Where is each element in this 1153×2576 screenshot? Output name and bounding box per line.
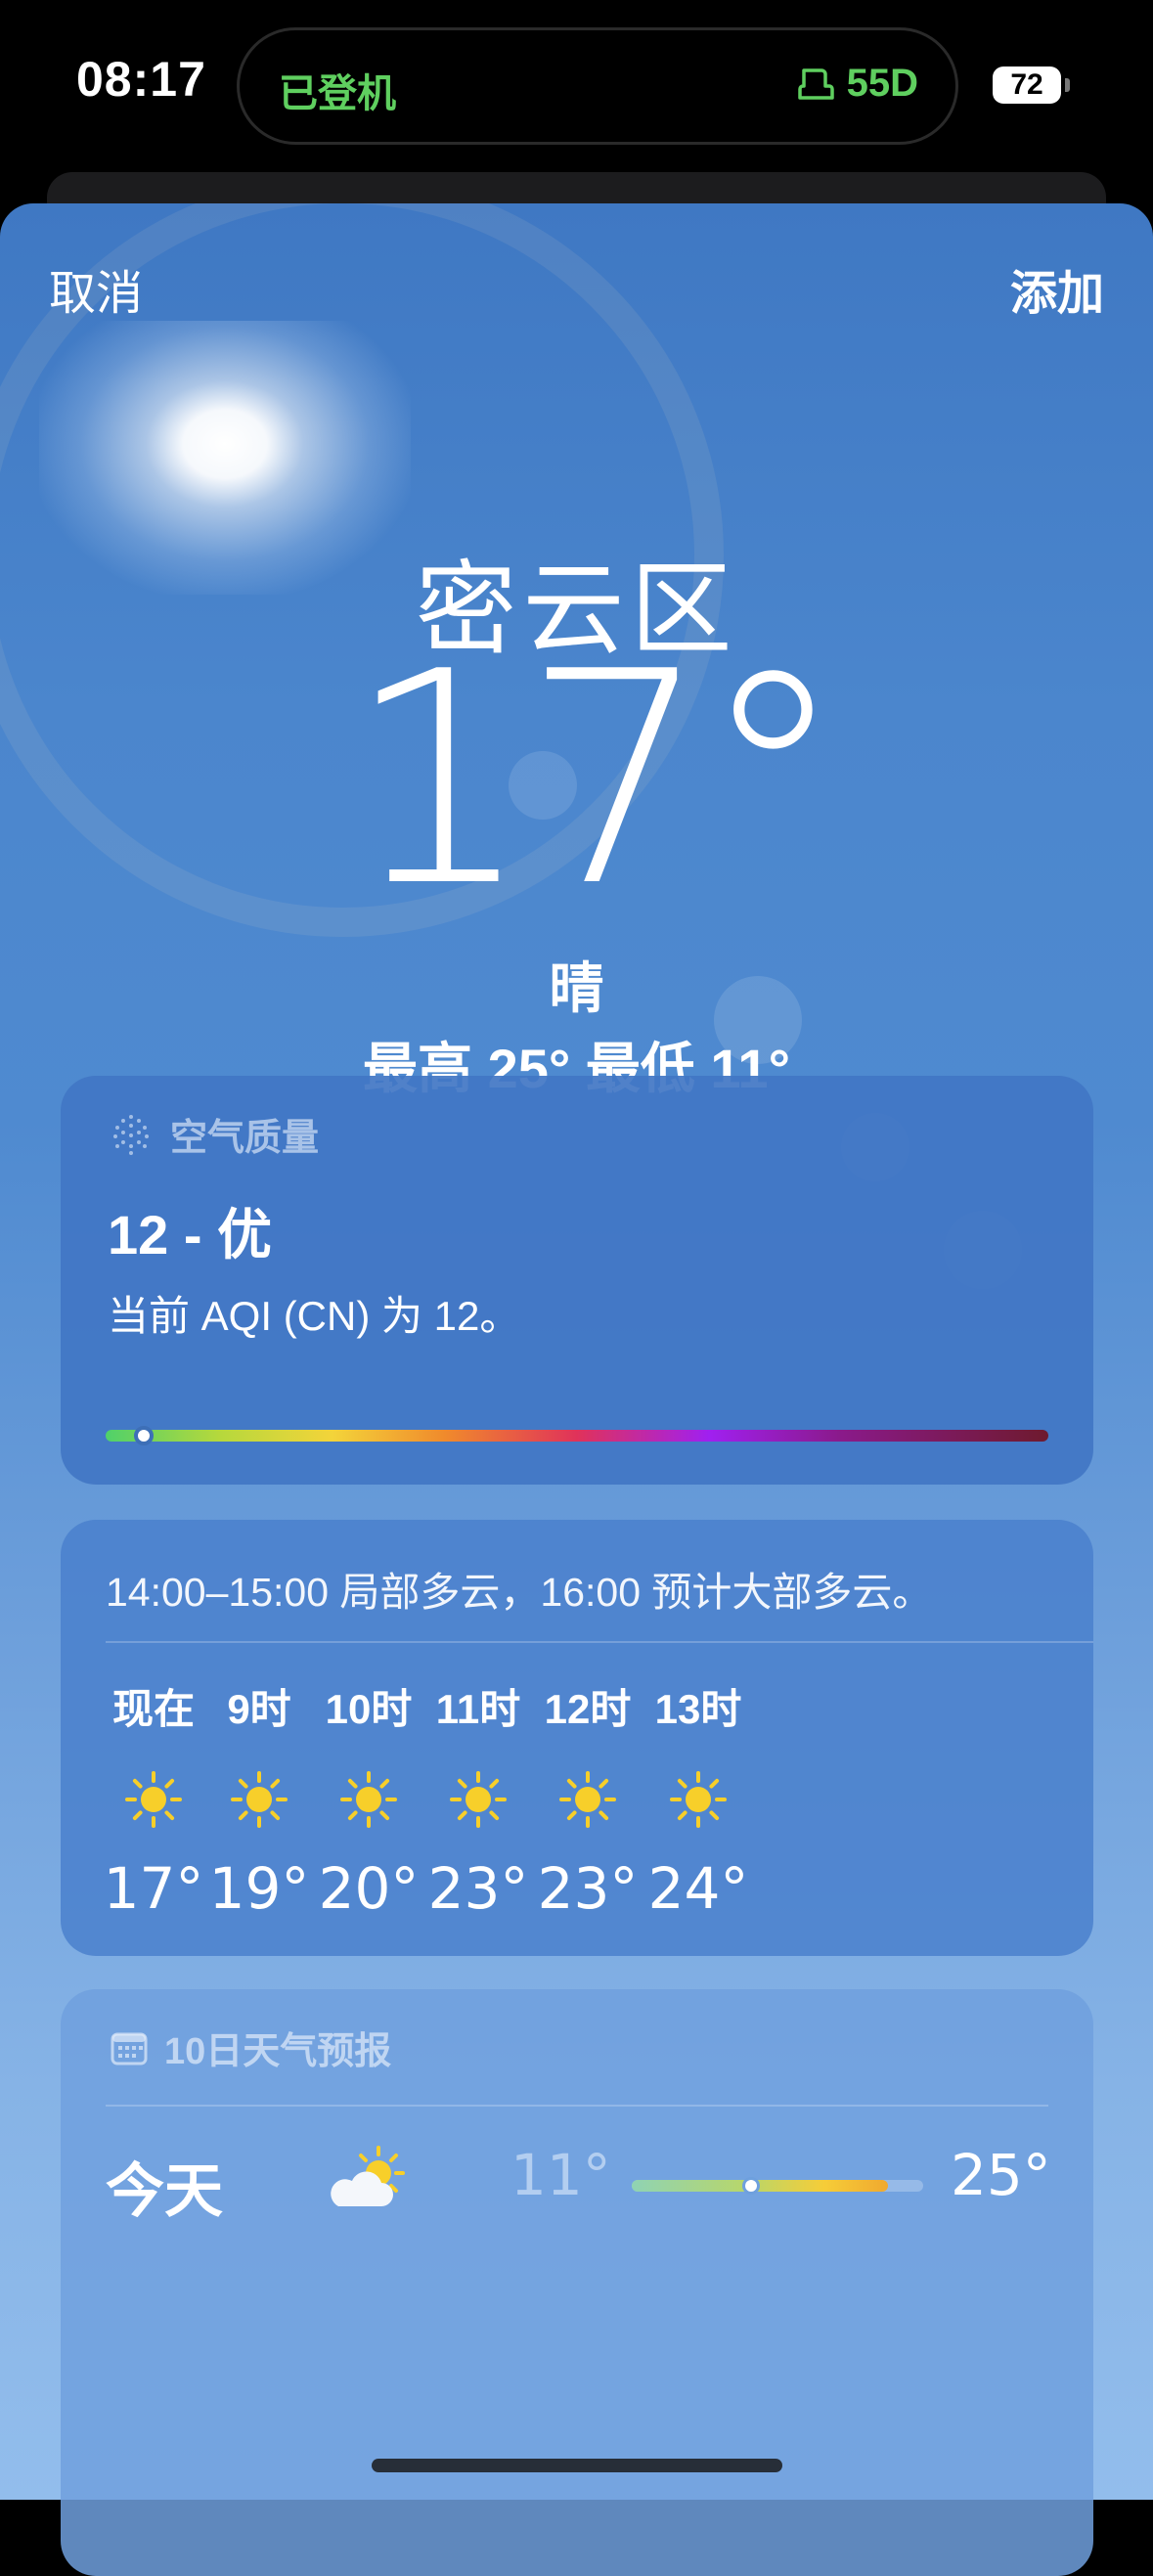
status-bar: 08:17 已登机 55D 72 — [0, 0, 1153, 186]
flight-status: 已登机 — [279, 72, 396, 115]
sun-icon — [231, 1771, 288, 1828]
battery-level: 72 — [1010, 68, 1043, 101]
ten-day-forecast-card[interactable]: 10日天气预报 今天 11° 25° — [61, 1989, 1093, 2576]
calendar-icon — [111, 2032, 148, 2065]
home-indicator[interactable] — [372, 2459, 782, 2472]
hourly-forecast-card[interactable]: 14:00–15:00 局部多云，16:00 预计大部多云。 现在 17° 9时 19… — [61, 1520, 1093, 1956]
current-condition: 晴 — [549, 957, 604, 1019]
sun-icon — [340, 1771, 397, 1828]
dynamic-island-flight[interactable]: 已登机 55D — [237, 27, 958, 145]
aqi-indicator — [133, 1426, 154, 1445]
seat-number: 55D — [846, 62, 918, 105]
temperature-range-bar — [632, 2177, 923, 2195]
cancel-button[interactable]: 取消 — [49, 254, 143, 323]
hour-column: 13时 24° — [625, 1676, 772, 1922]
partly-cloudy-icon — [331, 2146, 405, 2206]
battery-cap — [1065, 78, 1070, 92]
day-high-temp: 25° — [951, 2142, 1051, 2208]
day-low-temp: 11° — [510, 2142, 611, 2208]
temperature-range-fill — [632, 2180, 889, 2192]
add-button[interactable]: 添加 — [1010, 254, 1104, 323]
air-quality-icon — [113, 1114, 149, 1155]
air-quality-title: 空气质量 — [170, 1118, 320, 1159]
aqi-scale-bar — [106, 1426, 1048, 1445]
hour-label: 13时 — [654, 1686, 742, 1732]
status-time: 08:17 — [76, 52, 206, 107]
sun-icon — [450, 1771, 507, 1828]
seat-icon — [797, 67, 834, 100]
ten-day-header: 10日天气预报 — [110, 2021, 391, 2074]
current-temp-indicator — [742, 2177, 761, 2195]
hourly-summary: 14:00–15:00 局部多云，16:00 预计大部多云。 — [106, 1570, 933, 1615]
day-name: 今天 — [106, 2158, 223, 2224]
battery-icon: 72 — [993, 67, 1061, 104]
aqi-description: 当前 AQI (CN) 为 12。 — [108, 1293, 521, 1339]
sun-icon — [559, 1771, 616, 1828]
divider — [106, 1641, 1093, 1643]
day-row-today[interactable]: 今天 11° 25° — [61, 2126, 1093, 2234]
hour-temp: 24° — [647, 1855, 749, 1922]
current-temperature: 17° — [345, 609, 847, 951]
air-quality-card[interactable]: 空气质量 12 - 优 当前 AQI (CN) 为 12。 — [61, 1076, 1093, 1485]
air-quality-header: 空气质量 — [110, 1107, 319, 1161]
seat-info: 55D — [796, 62, 918, 106]
ten-day-title: 10日天气预报 — [164, 2031, 392, 2072]
sun-icon — [125, 1771, 182, 1828]
sun-icon — [670, 1771, 727, 1828]
aqi-value: 12 - 优 — [108, 1204, 273, 1266]
divider — [106, 2105, 1048, 2107]
